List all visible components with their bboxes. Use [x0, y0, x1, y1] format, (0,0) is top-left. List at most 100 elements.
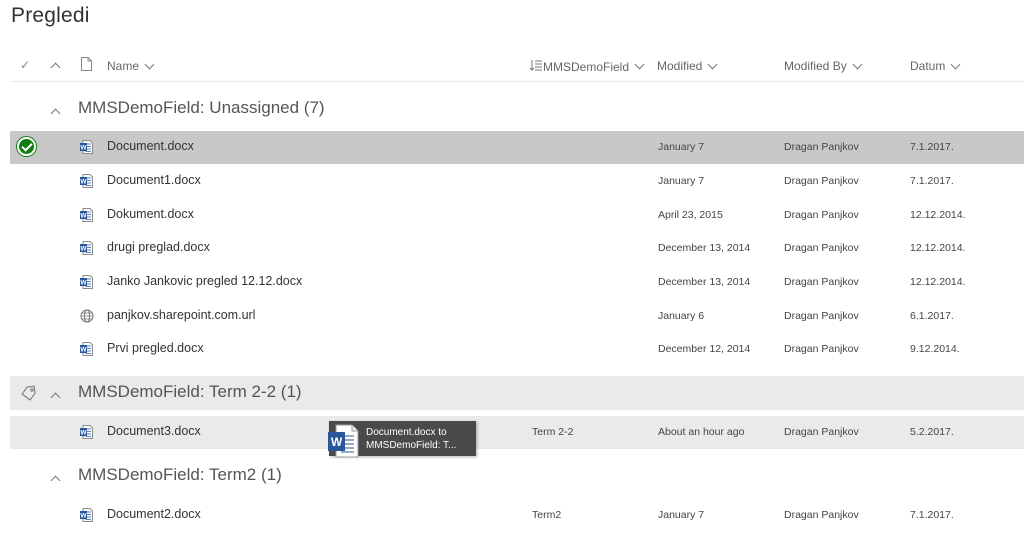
datum-value: 5.2.2017.	[910, 426, 954, 438]
file-name-link[interactable]: Dokument.docx	[107, 207, 194, 221]
datum-value: 12.12.2014.	[910, 276, 966, 288]
file-name-link[interactable]: Prvi pregled.docx	[107, 341, 204, 355]
file-name-link[interactable]: panjkov.sharepoint.com.url	[107, 308, 255, 322]
svg-text:W: W	[80, 179, 87, 186]
column-header-modified-by-label: Modified By	[784, 59, 847, 73]
svg-text:W: W	[80, 513, 87, 520]
word-doc-icon: W	[80, 174, 93, 188]
file-name-link[interactable]: Janko Jankovic pregled 12.12.docx	[107, 274, 302, 288]
word-doc-icon: W	[80, 508, 93, 522]
word-doc-icon: W	[80, 275, 93, 289]
word-doc-icon: W	[80, 140, 93, 154]
group-header[interactable]: MMSDemoField: Term2 (1)	[10, 459, 1024, 493]
chevron-down-icon	[144, 59, 155, 69]
modified-date: About an hour ago	[658, 426, 745, 438]
datum-value: 12.12.2014.	[910, 209, 966, 221]
column-header-modified-by[interactable]: Modified By	[784, 59, 863, 73]
datum-value: 7.1.2017.	[910, 509, 954, 521]
group-header[interactable]: MMSDemoField: Unassigned (7)	[10, 92, 1024, 126]
word-doc-icon: W	[80, 241, 93, 255]
column-header-modified-label: Modified	[657, 59, 703, 73]
drag-tooltip-line2: MMSDemoField: T...	[366, 440, 457, 451]
mms-value: Term 2-2	[532, 426, 574, 438]
list-item[interactable]: panjkov.sharepoint.com.url January 6 Draga…	[10, 300, 1024, 333]
column-header-datum[interactable]: Datum	[910, 59, 961, 73]
list-item[interactable]: W Document3.docx Term 2-2 About an hour ago…	[10, 416, 1024, 449]
file-name-link[interactable]: drugi preglad.docx	[107, 240, 210, 254]
modified-by[interactable]: Dragan Panjkov	[784, 175, 859, 187]
modified-date: January 7	[658, 175, 705, 187]
datum-value: 7.1.2017.	[910, 141, 954, 153]
column-header-row: ✓ Name MMSDemoField Modified Modified By…	[10, 52, 1024, 82]
page-title: Pregledi	[11, 4, 90, 27]
chevron-down-icon	[950, 59, 961, 69]
datum-value: 7.1.2017.	[910, 175, 954, 187]
collapse-all-chevron-icon[interactable]	[50, 62, 61, 73]
selected-checkmark-icon[interactable]	[17, 137, 36, 156]
svg-text:W: W	[331, 435, 343, 449]
modified-by[interactable]: Dragan Panjkov	[784, 343, 859, 355]
word-doc-icon: W	[80, 425, 93, 439]
group-label: MMSDemoField: Unassigned (7)	[78, 98, 325, 117]
collapse-group-chevron-icon[interactable]	[50, 475, 61, 486]
svg-text:W: W	[80, 145, 87, 152]
word-doc-icon: W	[80, 342, 93, 356]
collapse-group-chevron-icon[interactable]	[50, 392, 61, 403]
modified-by[interactable]: Dragan Panjkov	[784, 209, 859, 221]
datum-value: 9.12.2014.	[910, 343, 960, 355]
svg-text:W: W	[80, 280, 87, 287]
modified-by[interactable]: Dragan Panjkov	[784, 509, 859, 521]
group-label: MMSDemoField: Term2 (1)	[78, 465, 282, 484]
modified-by[interactable]: Dragan Panjkov	[784, 276, 859, 288]
file-name-link[interactable]: Document1.docx	[107, 173, 201, 187]
select-all-checkmark-icon[interactable]: ✓	[20, 58, 30, 72]
collapse-group-chevron-icon[interactable]	[50, 108, 61, 119]
list-item[interactable]: W Janko Jankovic pregled 12.12.docx Decemb…	[10, 266, 1024, 299]
chevron-down-icon	[707, 59, 718, 69]
managed-metadata-icon	[529, 59, 542, 74]
modified-date: December 13, 2014	[658, 276, 751, 288]
datum-value: 6.1.2017.	[910, 310, 954, 322]
datum-value: 12.12.2014.	[910, 242, 966, 254]
column-header-mms-label: MMSDemoField	[543, 59, 630, 74]
svg-text:W: W	[80, 246, 87, 253]
modified-by[interactable]: Dragan Panjkov	[784, 242, 859, 254]
svg-text:W: W	[80, 347, 87, 354]
tag-icon	[20, 384, 38, 402]
dragged-word-doc-icon: W	[327, 424, 359, 458]
modified-by[interactable]: Dragan Panjkov	[784, 141, 859, 153]
file-name-link[interactable]: Document.docx	[107, 139, 194, 153]
group-label: MMSDemoField: Term 2-2 (1)	[78, 382, 302, 401]
svg-text:W: W	[80, 213, 87, 220]
column-header-datum-label: Datum	[910, 59, 946, 73]
file-name-link[interactable]: Document2.docx	[107, 507, 201, 521]
list-item[interactable]: W Prvi pregled.docx December 12, 2014 Draga…	[10, 333, 1024, 366]
svg-text:W: W	[80, 430, 87, 437]
globe-icon	[80, 309, 94, 323]
column-header-modified[interactable]: Modified	[657, 59, 718, 73]
chevron-down-icon	[634, 59, 645, 70]
modified-by[interactable]: Dragan Panjkov	[784, 310, 859, 322]
modified-date: January 6	[658, 310, 705, 322]
list-item[interactable]: W Dokument.docx April 23, 2015 Dragan Panjk…	[10, 199, 1024, 232]
file-type-header-icon[interactable]	[81, 57, 92, 74]
list-item[interactable]: W Document2.docx Term2 January 7 Dragan Panj…	[10, 499, 1024, 532]
modified-date: December 12, 2014	[658, 343, 751, 355]
drag-tooltip-line1: Document.docx to	[366, 427, 447, 438]
word-doc-icon: W	[80, 208, 93, 222]
modified-date: December 13, 2014	[658, 242, 751, 254]
modified-date: January 7	[658, 509, 705, 521]
group-header[interactable]: MMSDemoField: Term 2-2 (1)	[10, 376, 1024, 410]
list-item[interactable]: Wdrugi preglad.docx December 13, 2014 Drag…	[10, 232, 1024, 265]
column-header-mms[interactable]: MMSDemoField	[529, 59, 645, 74]
column-header-name-label: Name	[107, 59, 140, 73]
column-header-name[interactable]: Name	[107, 59, 155, 73]
modified-date: April 23, 2015	[658, 209, 723, 221]
modified-date: January 7	[658, 141, 705, 153]
modified-by[interactable]: Dragan Panjkov	[784, 426, 859, 438]
list-item[interactable]: W Document.docx January 7 Dragan Panjkov 7.1…	[10, 131, 1024, 164]
file-name-link[interactable]: Document3.docx	[107, 424, 201, 438]
list-item[interactable]: W Document1.docx January 7 Dragan Panjkov 7.…	[10, 165, 1024, 198]
mms-value: Term2	[532, 509, 562, 521]
chevron-down-icon	[852, 59, 863, 69]
